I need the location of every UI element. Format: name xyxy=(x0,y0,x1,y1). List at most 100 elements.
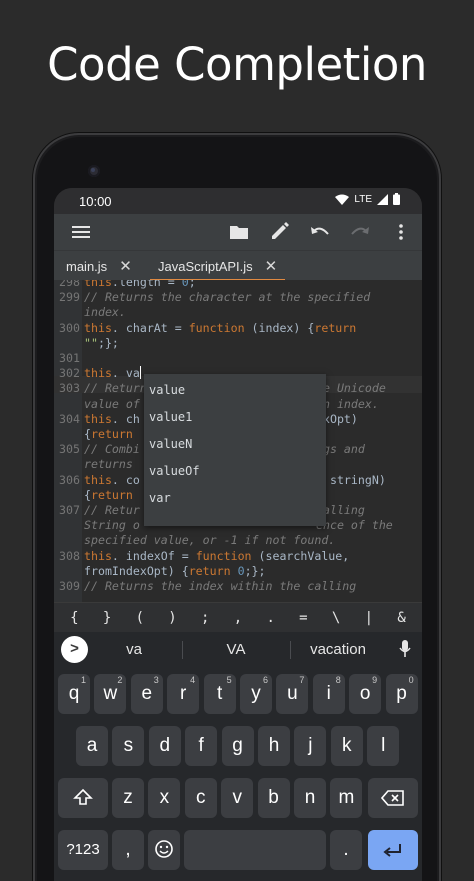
key-o[interactable]: o9 xyxy=(349,674,382,714)
space-key[interactable] xyxy=(184,830,326,870)
key-f[interactable]: f xyxy=(185,726,218,766)
symbol-key[interactable]: ( xyxy=(127,610,153,626)
key-s[interactable]: s xyxy=(112,726,145,766)
symbol-key[interactable]: ; xyxy=(192,610,218,626)
completion-item[interactable]: var xyxy=(149,485,171,511)
key-d[interactable]: d xyxy=(148,726,181,766)
headline: Code Completion xyxy=(47,38,427,91)
chevron-right-icon[interactable]: > xyxy=(61,636,88,663)
more-vert-icon[interactable] xyxy=(390,222,412,242)
mic-icon[interactable] xyxy=(399,640,411,658)
backspace-key[interactable] xyxy=(368,778,418,818)
suggestion-item[interactable]: va xyxy=(104,641,164,658)
completion-popup: value value1 valueN valueOf var xyxy=(144,374,326,526)
undo-icon[interactable] xyxy=(309,222,331,242)
completion-item[interactable]: value1 xyxy=(149,404,192,430)
key-label: ?123 xyxy=(66,841,100,858)
folder-icon[interactable] xyxy=(228,222,250,242)
key-j[interactable]: j xyxy=(294,726,327,766)
code-editor[interactable]: 298 this.length = 0; 299 // Returns the cha… xyxy=(54,280,422,602)
key-k[interactable]: k xyxy=(330,726,363,766)
key-a[interactable]: a xyxy=(76,726,108,766)
key-hint: 6 xyxy=(262,675,268,685)
key-label: e xyxy=(141,683,153,704)
symbol-key[interactable]: } xyxy=(94,610,120,626)
symbols-key[interactable]: ?123 xyxy=(58,830,108,870)
key-r[interactable]: r4 xyxy=(167,674,200,714)
symbol-key[interactable]: ) xyxy=(160,610,186,626)
key-m[interactable]: m xyxy=(330,778,363,818)
line-number: 308 xyxy=(59,548,80,563)
redo-icon[interactable] xyxy=(349,222,371,242)
symbol-key[interactable]: = xyxy=(290,610,316,626)
completion-item[interactable]: valueN xyxy=(149,431,192,457)
key-t[interactable]: t5 xyxy=(203,674,236,714)
line-number: 304 xyxy=(59,411,80,426)
key-hint: 2 xyxy=(117,675,123,685)
key-z[interactable]: z xyxy=(112,778,144,818)
key-hint: 5 xyxy=(226,675,232,685)
key-v[interactable]: v xyxy=(221,778,254,818)
symbol-key[interactable]: , xyxy=(225,610,251,626)
key-period[interactable]: . xyxy=(330,830,362,870)
symbol-key[interactable]: \ xyxy=(323,610,349,626)
close-icon[interactable]: ✕ xyxy=(119,257,132,275)
symbol-key[interactable]: | xyxy=(356,610,382,626)
key-x[interactable]: x xyxy=(148,778,181,818)
key-label: v xyxy=(232,787,242,808)
key-e[interactable]: e3 xyxy=(130,674,163,714)
keyboard: > va VA vacation q1w2e3r4t5y6u7i8o9p0asd… xyxy=(54,632,422,881)
key-g[interactable]: g xyxy=(221,726,254,766)
pencil-icon[interactable] xyxy=(269,222,291,242)
code-line: this. indexOf = function (searchValue, xyxy=(84,548,350,563)
suggestion-strip: > va VA vacation xyxy=(54,632,422,668)
tab-main-js[interactable]: main.js ✕ xyxy=(66,251,132,281)
key-c[interactable]: c xyxy=(184,778,217,818)
key-label: h xyxy=(268,735,280,756)
line-number: 299 xyxy=(59,290,80,305)
key-b[interactable]: b xyxy=(257,778,290,818)
key-label: y xyxy=(251,683,261,704)
symbol-key[interactable]: { xyxy=(61,610,87,626)
wifi-icon xyxy=(335,194,350,205)
line-number: 302 xyxy=(59,366,80,381)
symbol-key[interactable]: & xyxy=(389,610,415,626)
code-line: this. co xyxy=(84,472,140,487)
line-number: 305 xyxy=(59,442,80,457)
enter-icon xyxy=(383,844,401,857)
key-hint: 8 xyxy=(335,675,341,685)
key-n[interactable]: n xyxy=(294,778,326,818)
key-p[interactable]: p0 xyxy=(385,674,418,714)
line-number: 309 xyxy=(59,579,80,593)
key-y[interactable]: y6 xyxy=(240,674,272,714)
symbol-key[interactable]: . xyxy=(258,610,284,626)
key-label: j xyxy=(308,735,313,756)
key-hint: 3 xyxy=(153,675,159,685)
shift-key[interactable] xyxy=(58,778,108,818)
key-label: o xyxy=(359,683,371,704)
tab-javascriptapi-js[interactable]: JavaScriptAPI.js ✕ xyxy=(149,251,286,281)
line-number: 300 xyxy=(59,320,80,335)
completion-item[interactable]: value xyxy=(149,377,185,403)
code-line: value of xyxy=(84,396,140,411)
completion-item[interactable]: valueOf xyxy=(149,458,200,484)
enter-key[interactable] xyxy=(368,830,418,870)
key-u[interactable]: u7 xyxy=(276,674,309,714)
code-line: fromIndexOpt) {return 0;}; xyxy=(84,563,266,578)
close-icon[interactable]: ✕ xyxy=(265,257,278,275)
emoji-key[interactable] xyxy=(148,830,180,870)
divider xyxy=(182,641,183,659)
signal-icon xyxy=(377,193,388,205)
key-q[interactable]: q1 xyxy=(58,674,90,714)
code-line: this. va xyxy=(84,366,141,381)
suggestion-item[interactable]: vacation xyxy=(298,641,378,658)
key-l[interactable]: l xyxy=(367,726,400,766)
key-comma[interactable]: , xyxy=(112,830,144,870)
key-h[interactable]: h xyxy=(258,726,290,766)
key-i[interactable]: i8 xyxy=(312,674,345,714)
key-label: n xyxy=(304,787,316,808)
tab-label: JavaScriptAPI.js xyxy=(158,258,253,274)
suggestion-item[interactable]: VA xyxy=(204,641,268,658)
key-w[interactable]: w2 xyxy=(94,674,127,714)
menu-icon[interactable] xyxy=(70,222,92,242)
